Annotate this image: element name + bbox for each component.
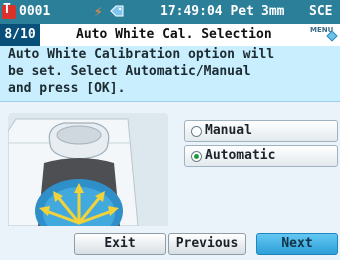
sample-number: 0001 (19, 4, 51, 19)
time-text: 17:49:04 (160, 4, 223, 19)
radio-icon (191, 126, 202, 137)
navigation-bar: Exit Previous Next (0, 226, 340, 260)
content-area: Manual Automatic (0, 102, 340, 226)
next-button[interactable]: Next (256, 233, 338, 255)
instruction-message: Auto White Calibration option will be se… (0, 46, 340, 102)
message-line: and press [OK]. (8, 81, 126, 96)
previous-button[interactable]: Previous (168, 233, 246, 255)
measurement-area: 3mm (261, 4, 285, 19)
option-automatic[interactable]: Automatic (184, 145, 338, 167)
calibration-illustration (8, 113, 168, 226)
exit-button[interactable]: Exit (74, 233, 166, 255)
document-icon-glyph: T (3, 2, 11, 17)
tag-icon (110, 5, 124, 17)
lightning-bolt-icon: ⚡ (94, 4, 103, 20)
page-title: Auto White Cal. Selection (76, 27, 272, 42)
title-bar: 8/10 Auto White Cal. Selection MENU (0, 24, 340, 46)
message-line: be set. Select Automatic/Manual (8, 64, 251, 79)
status-bar: T 0001 ⚡ 17:49:04 Pet 3mm SCE (0, 0, 340, 24)
clock-display: 17:49:04 Pet (160, 4, 254, 20)
document-icon: T (2, 2, 16, 19)
option-label: Manual (205, 123, 252, 138)
day-text: Pet (230, 4, 254, 19)
message-line: Auto White Calibration option will (8, 47, 275, 62)
option-label: Automatic (205, 148, 276, 163)
menu-icon[interactable]: MENU (310, 26, 338, 44)
radio-selected-icon (191, 151, 202, 162)
instrument-screen: T 0001 ⚡ 17:49:04 Pet 3mm SCE 8/10 Auto … (0, 0, 340, 260)
option-manual[interactable]: Manual (184, 120, 338, 142)
specular-mode: SCE (309, 4, 333, 19)
step-indicator: 8/10 (0, 24, 40, 46)
